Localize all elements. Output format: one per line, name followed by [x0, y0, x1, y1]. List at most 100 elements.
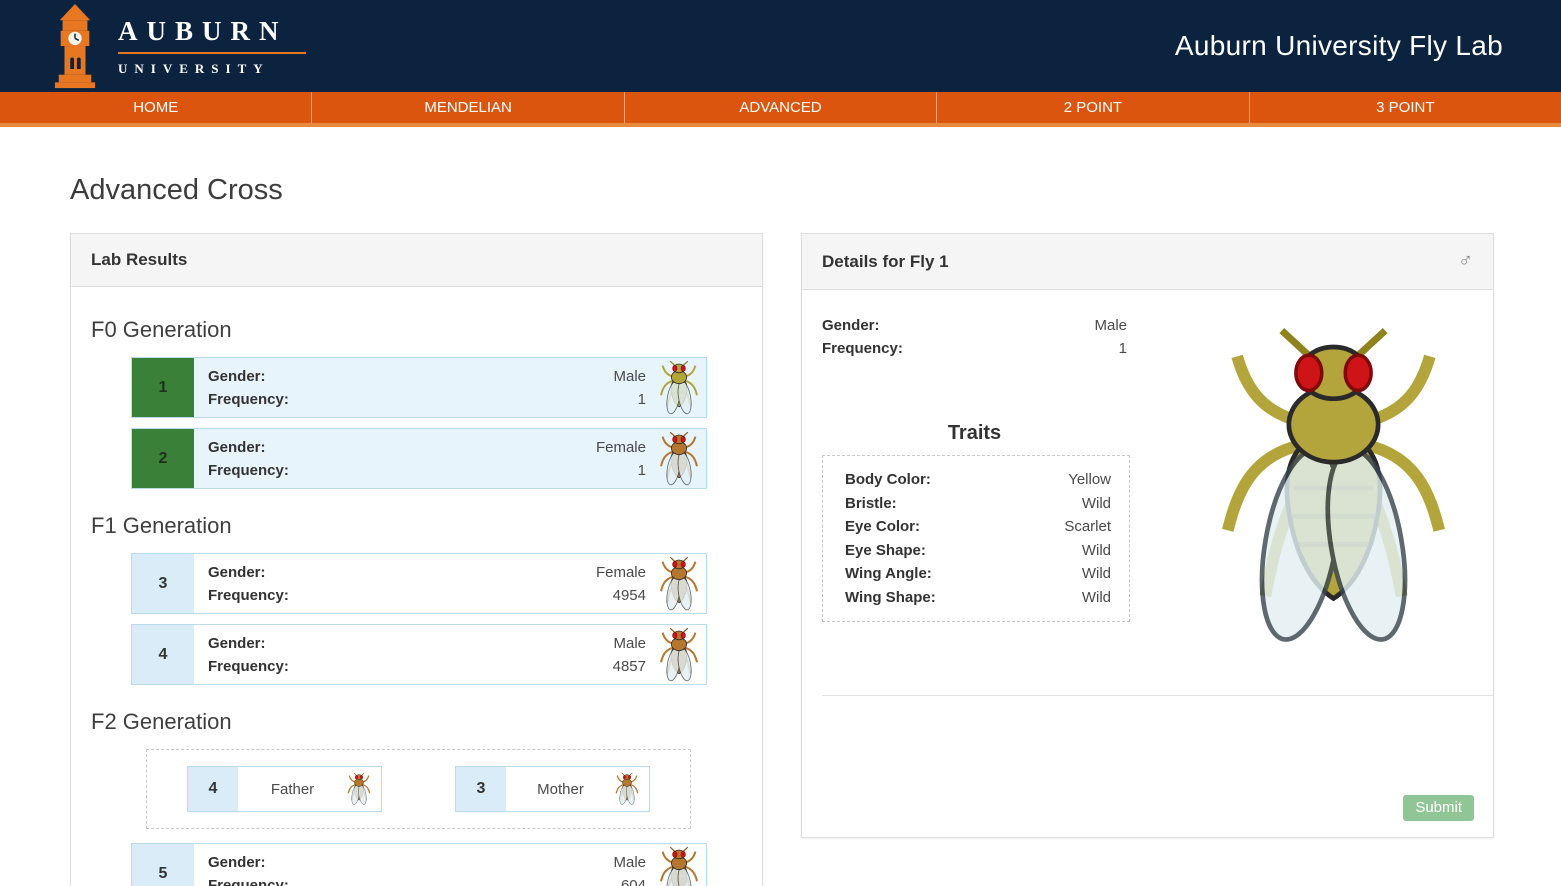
gender-value: Male: [613, 851, 646, 874]
content: Lab Results F0 Generation 1 Gender: Male …: [70, 233, 1561, 886]
fly-number-badge: 1: [132, 358, 194, 417]
traits-title: Traits: [822, 422, 1127, 445]
gender-value: Female: [596, 561, 646, 584]
f2-parents-box: 4 Father 3 Mother: [146, 749, 691, 829]
gender-label: Gender:: [208, 561, 266, 584]
fly-thumbnail-icon: [347, 767, 381, 811]
frequency-label: Frequency:: [208, 459, 289, 482]
trait-label: Body Color:: [845, 468, 931, 492]
fly-detail-image: [1216, 318, 1451, 658]
gender-label: Gender:: [208, 851, 266, 874]
mother-card[interactable]: 3 Mother: [455, 766, 650, 812]
trait-label: Bristle:: [845, 492, 897, 516]
frequency-value: 1: [638, 459, 646, 482]
lab-results-title: Lab Results: [91, 250, 187, 270]
mother-number-badge: 3: [456, 767, 506, 811]
main-nav: HOME MENDELIAN ADVANCED 2 POINT 3 POINT: [0, 92, 1561, 123]
trait-label: Wing Angle:: [845, 562, 932, 586]
page-title: Advanced Cross: [70, 174, 1561, 207]
fly-thumbnail-icon: [656, 844, 706, 886]
gender-label: Gender:: [208, 632, 266, 655]
frequency-value: 4954: [613, 584, 646, 607]
logo-text: AUBURN UNIVERSITY: [118, 16, 306, 77]
nav-accent-strip: [0, 123, 1561, 127]
traits-box: Body Color: Yellow Bristle: Wild Eye Color…: [822, 455, 1130, 622]
auburn-logo[interactable]: AUBURN UNIVERSITY: [46, 2, 306, 90]
trait-label: Eye Color:: [845, 515, 920, 539]
f1-generation-title: F1 Generation: [91, 513, 742, 539]
father-card[interactable]: 4 Father: [187, 766, 382, 812]
clock-tower-icon: [46, 4, 104, 90]
fly-row-2[interactable]: 2 Gender: Female Frequency: 1: [131, 428, 707, 489]
frequency-value: 1: [1119, 337, 1127, 360]
nav-item-2point[interactable]: 2 POINT: [937, 92, 1249, 123]
fly-thumbnail-icon: [615, 767, 649, 811]
frequency-label: Frequency:: [208, 874, 289, 886]
frequency-label: Frequency:: [208, 388, 289, 411]
details-body: Gender: Male Frequency: 1 Traits Body Colo…: [802, 290, 1493, 695]
fly-row-body: Gender: Male Frequency: 1: [194, 358, 656, 417]
fly-number-badge: 2: [132, 429, 194, 488]
trait-value: Yellow: [1068, 468, 1111, 492]
fly-thumbnail-icon: [656, 429, 706, 488]
male-icon: ♂: [1458, 250, 1473, 273]
father-label: Father: [238, 767, 347, 811]
mother-label: Mother: [506, 767, 615, 811]
logo-subtext: UNIVERSITY: [118, 61, 306, 77]
fly-row-4[interactable]: 4 Gender: Male Frequency: 4857: [131, 624, 707, 685]
fly-thumbnail-icon: [656, 554, 706, 613]
trait-label: Eye Shape:: [845, 539, 926, 563]
fly-row-body: Gender: Male Frequency: 4857: [194, 625, 656, 684]
fly-number-badge: 4: [132, 625, 194, 684]
trait-value: Wild: [1082, 539, 1111, 563]
nav-item-mendelian[interactable]: MENDELIAN: [312, 92, 624, 123]
gender-label: Gender:: [208, 436, 266, 459]
lab-results-header: Lab Results: [71, 234, 762, 287]
submit-button[interactable]: Submit: [1403, 795, 1474, 821]
trait-value: Scarlet: [1064, 515, 1111, 539]
trait-value: Wild: [1082, 492, 1111, 516]
f0-generation-title: F0 Generation: [91, 317, 742, 343]
fly-row-1[interactable]: 1 Gender: Male Frequency: 1: [131, 357, 707, 418]
nav-item-advanced[interactable]: ADVANCED: [625, 92, 937, 123]
logo-divider: [118, 52, 306, 54]
gender-label: Gender:: [208, 365, 266, 388]
fly-row-3[interactable]: 3 Gender: Female Frequency: 4954: [131, 553, 707, 614]
f2-generation-title: F2 Generation: [91, 709, 742, 735]
gender-value: Male: [1094, 314, 1127, 337]
trait-value: Wild: [1082, 586, 1111, 610]
frequency-label: Frequency:: [822, 337, 903, 360]
gender-value: Female: [596, 436, 646, 459]
fly-row-body: Gender: Female Frequency: 4954: [194, 554, 656, 613]
father-number-badge: 4: [188, 767, 238, 811]
fly-row-5[interactable]: 5 Gender: Male Frequency: 604: [131, 843, 707, 886]
trait-label: Wing Shape:: [845, 586, 936, 610]
top-header: AUBURN UNIVERSITY Auburn University Fly …: [0, 0, 1561, 92]
app: AUBURN UNIVERSITY Auburn University Fly …: [0, 0, 1561, 886]
gender-label: Gender:: [822, 314, 880, 337]
nav-item-home[interactable]: HOME: [0, 92, 312, 123]
fly-number-badge: 5: [132, 844, 194, 886]
fly-number-badge: 3: [132, 554, 194, 613]
frequency-label: Frequency:: [208, 584, 289, 607]
site-title: Auburn University Fly Lab: [1175, 30, 1503, 62]
frequency-value: 1: [638, 388, 646, 411]
gender-value: Male: [613, 632, 646, 655]
nav-item-3point[interactable]: 3 POINT: [1250, 92, 1561, 123]
fly-row-body: Gender: Female Frequency: 1: [194, 429, 656, 488]
trait-value: Wild: [1082, 562, 1111, 586]
fly-thumbnail-icon: [656, 625, 706, 684]
frequency-value: 604: [621, 874, 646, 886]
details-fields: Gender: Male Frequency: 1: [822, 314, 1127, 360]
details-title: Details for Fly 1: [822, 252, 949, 272]
details-header: Details for Fly 1 ♂: [802, 234, 1493, 290]
fly-row-body: Gender: Male Frequency: 604: [194, 844, 656, 886]
frequency-value: 4857: [613, 655, 646, 678]
details-panel: Details for Fly 1 ♂ Gender: Male Frequenc…: [801, 233, 1494, 838]
lab-results-panel: Lab Results F0 Generation 1 Gender: Male …: [70, 233, 763, 886]
frequency-label: Frequency:: [208, 655, 289, 678]
fly-thumbnail-icon: [656, 358, 706, 417]
details-footer: Submit: [802, 696, 1493, 837]
logo-wordmark: AUBURN: [118, 16, 306, 47]
gender-value: Male: [613, 365, 646, 388]
